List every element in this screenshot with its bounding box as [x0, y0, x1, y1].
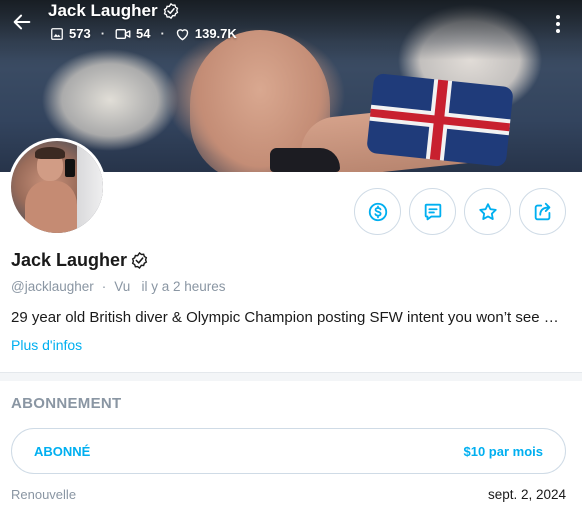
message-icon: [424, 203, 441, 220]
top-bar: Jack Laugher 573 · 54 · 139.7K: [0, 0, 582, 50]
verified-icon: [131, 251, 148, 270]
videos-count: 54: [136, 26, 151, 41]
heart-icon: [176, 28, 189, 40]
avatar[interactable]: [8, 138, 106, 236]
avatar-image: [11, 141, 103, 233]
back-button[interactable]: [8, 8, 36, 36]
header-name: Jack Laugher: [48, 1, 180, 21]
star-icon: [478, 202, 497, 220]
photos-stat: 573: [50, 26, 91, 41]
section-spacer: [0, 373, 582, 381]
union-jack-pillow: [366, 72, 514, 168]
video-icon: [115, 28, 131, 39]
kebab-dot: [556, 29, 560, 33]
more-info-link[interactable]: Plus d'infos: [11, 337, 82, 353]
profile-actions: [354, 188, 566, 235]
stats-separator: ·: [160, 26, 165, 41]
profile-name: Jack Laugher: [11, 250, 149, 271]
subscription-title: ABONNEMENT: [11, 395, 122, 412]
dollar-circle-icon: [368, 202, 387, 221]
cover-shorts: [270, 148, 340, 172]
verified-icon: [163, 2, 178, 20]
message-button[interactable]: [409, 188, 456, 235]
profile-meta: @jacklaugher · Vu il y a 2 heures: [11, 279, 226, 294]
share-icon: [534, 202, 550, 220]
renew-date: sept. 2, 2024: [487, 487, 566, 502]
subscription-price: $10 par mois: [463, 443, 544, 459]
subscribed-button[interactable]: ABONNÉ $10 par mois: [11, 428, 566, 474]
share-button[interactable]: [519, 188, 566, 235]
renew-label: Renouvelle: [11, 487, 77, 502]
header-name-text: Jack Laugher: [48, 1, 158, 20]
image-icon: [51, 27, 63, 40]
last-seen: Vu il y a 2 heures: [114, 279, 226, 294]
likes-stat: 139.7K: [175, 26, 237, 41]
kebab-dot: [556, 22, 560, 26]
tip-button[interactable]: [354, 188, 401, 235]
videos-stat: 54: [115, 26, 151, 41]
photos-count: 573: [69, 26, 91, 41]
stats-separator: ·: [100, 26, 106, 41]
bio-text: 29 year old British diver & Olympic Cham…: [11, 309, 563, 326]
arrow-left-icon: [13, 14, 31, 30]
likes-count: 139.7K: [194, 26, 237, 41]
handle: @jacklaugher: [11, 279, 94, 294]
favorite-button[interactable]: [464, 188, 511, 235]
header-stats: 573 · 54 · 139.7K: [50, 26, 237, 41]
profile-name-text: Jack Laugher: [11, 250, 128, 270]
subscribed-label: ABONNÉ: [34, 443, 91, 459]
kebab-dot: [556, 15, 560, 19]
more-options-button[interactable]: [548, 12, 568, 36]
meta-separator: ·: [101, 279, 107, 294]
